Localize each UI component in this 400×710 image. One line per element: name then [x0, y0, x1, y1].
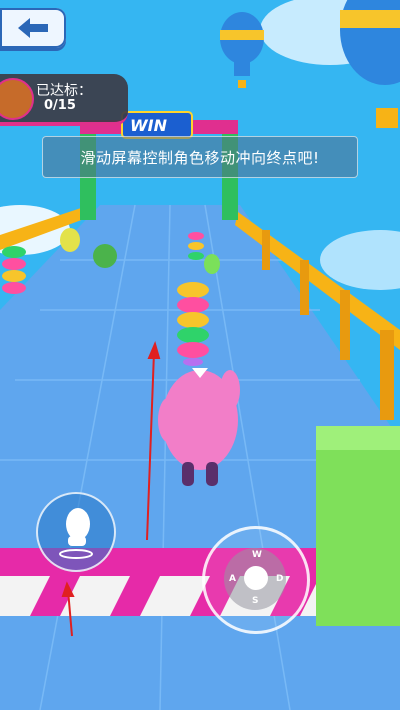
joystick-right-label: D [276, 574, 284, 584]
jump-icon [59, 508, 93, 559]
donut-stack-far [188, 232, 204, 260]
joystick-left-label: A [229, 574, 236, 584]
tip-banner: 滑动屏幕控制角色移动冲向终点吧! [42, 136, 358, 178]
joystick-down-label: S [252, 596, 259, 606]
progress-label: 已达标： [36, 83, 92, 99]
joystick-up-label: W [252, 550, 262, 560]
jump-button[interactable] [36, 492, 116, 572]
green-block [316, 426, 400, 626]
progress-value: 0/15 [44, 98, 76, 113]
joystick-knob[interactable] [244, 566, 268, 590]
back-arrow-icon [18, 18, 48, 38]
donut-stack-center [177, 282, 209, 366]
back-button[interactable] [0, 8, 66, 48]
finish-sign: WIN [130, 116, 167, 135]
